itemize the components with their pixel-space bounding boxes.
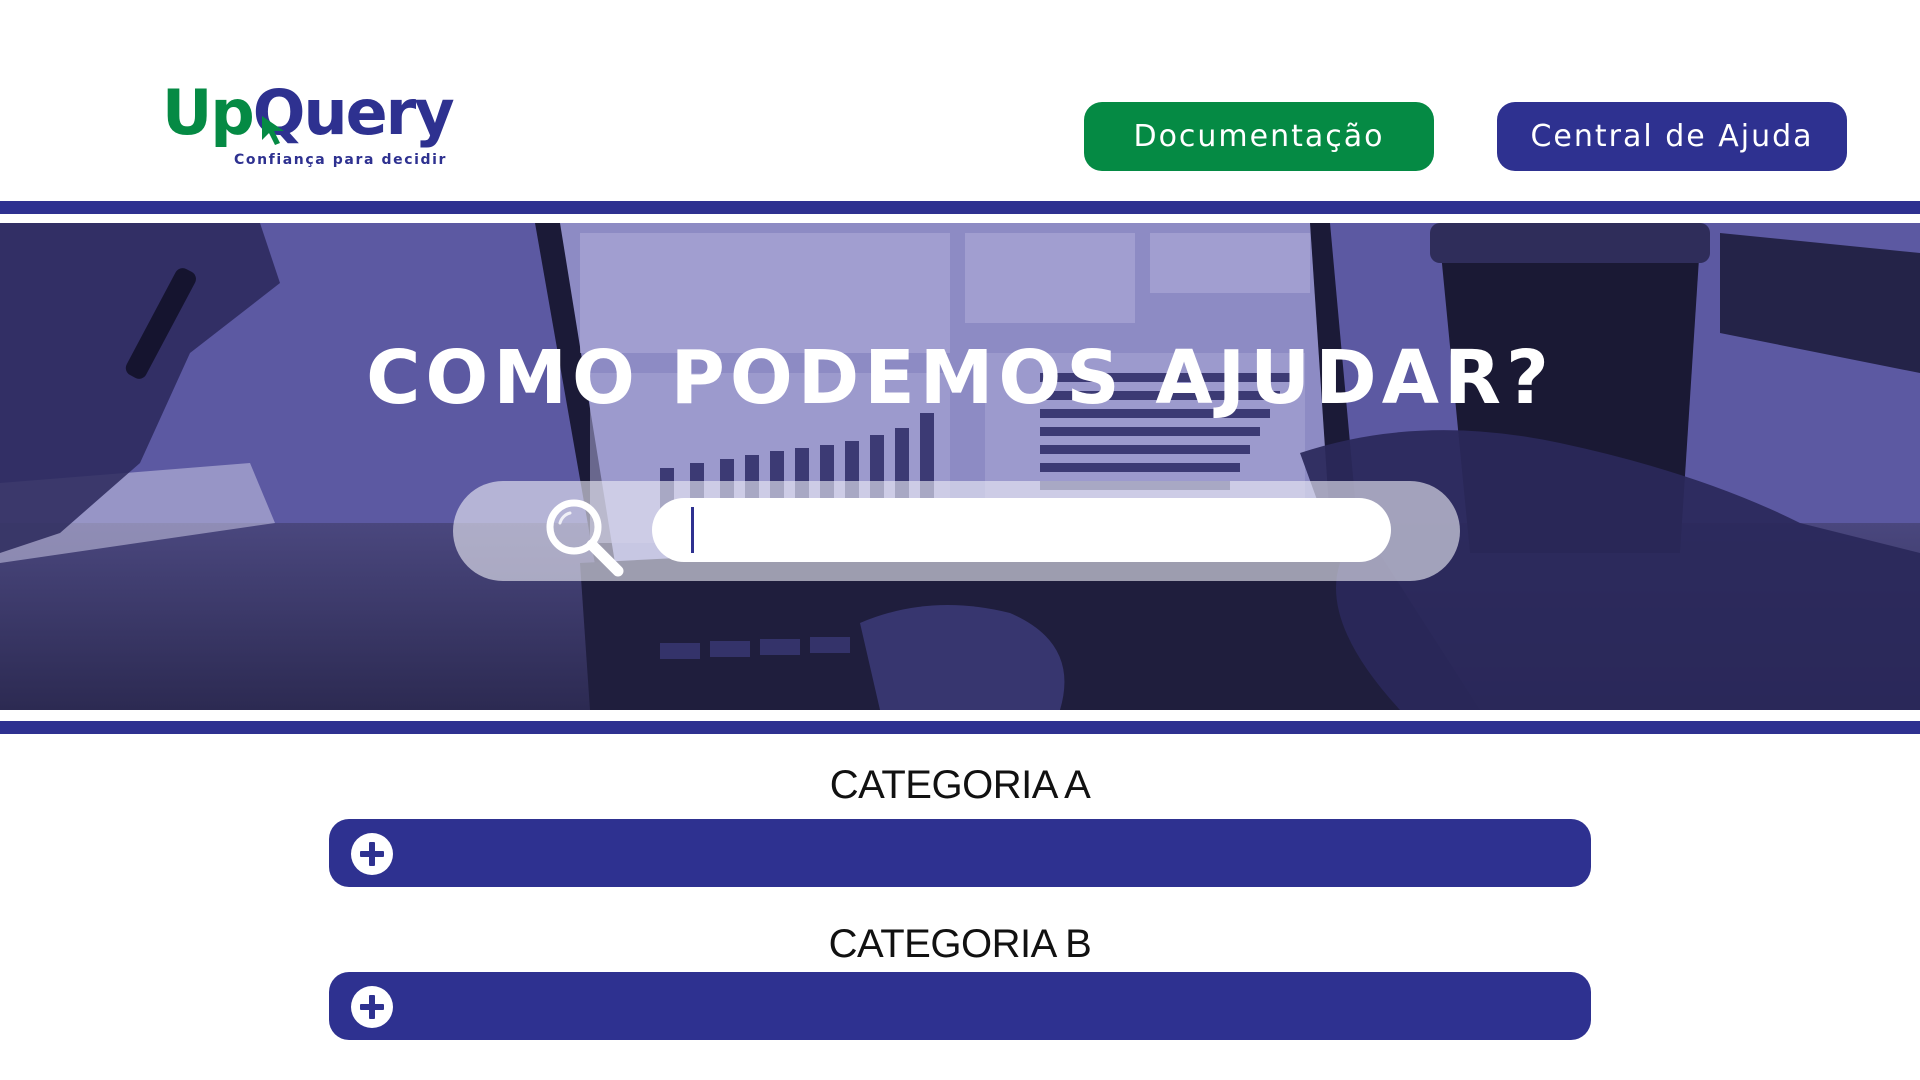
- plus-circle-icon[interactable]: [351, 986, 393, 1028]
- category-b-title: CATEGORIA B: [828, 922, 1092, 966]
- logo-wordmark: UpQuery: [162, 82, 455, 144]
- logo-tagline: Confiança para decidir: [234, 152, 448, 168]
- category-a-title: CATEGORIA A: [829, 763, 1091, 807]
- documentation-button[interactable]: Documentação: [1084, 102, 1434, 171]
- help-center-button[interactable]: Central de Ajuda: [1497, 102, 1847, 171]
- site-header: UpQuery Confiança para decidir Documenta…: [0, 0, 1920, 200]
- category-b-accordion[interactable]: [329, 972, 1591, 1040]
- plus-circle-icon[interactable]: [351, 833, 393, 875]
- search-icon[interactable]: [540, 493, 626, 579]
- cursor-arrow-icon: [262, 116, 284, 145]
- logo-up-text: Up: [162, 76, 255, 149]
- category-a-accordion[interactable]: [329, 819, 1591, 887]
- text-cursor: [691, 507, 694, 553]
- hero-banner: COMO PODEMOS AJUDAR?: [0, 223, 1920, 710]
- hero-background-image: [0, 223, 1920, 710]
- search-input[interactable]: [652, 498, 1391, 562]
- bottom-separator-bar: [0, 721, 1920, 734]
- upquery-logo[interactable]: UpQuery Confiança para decidir: [162, 82, 455, 174]
- hero-title: COMO PODEMOS AJUDAR?: [366, 335, 1554, 421]
- top-separator-bar: [0, 201, 1920, 214]
